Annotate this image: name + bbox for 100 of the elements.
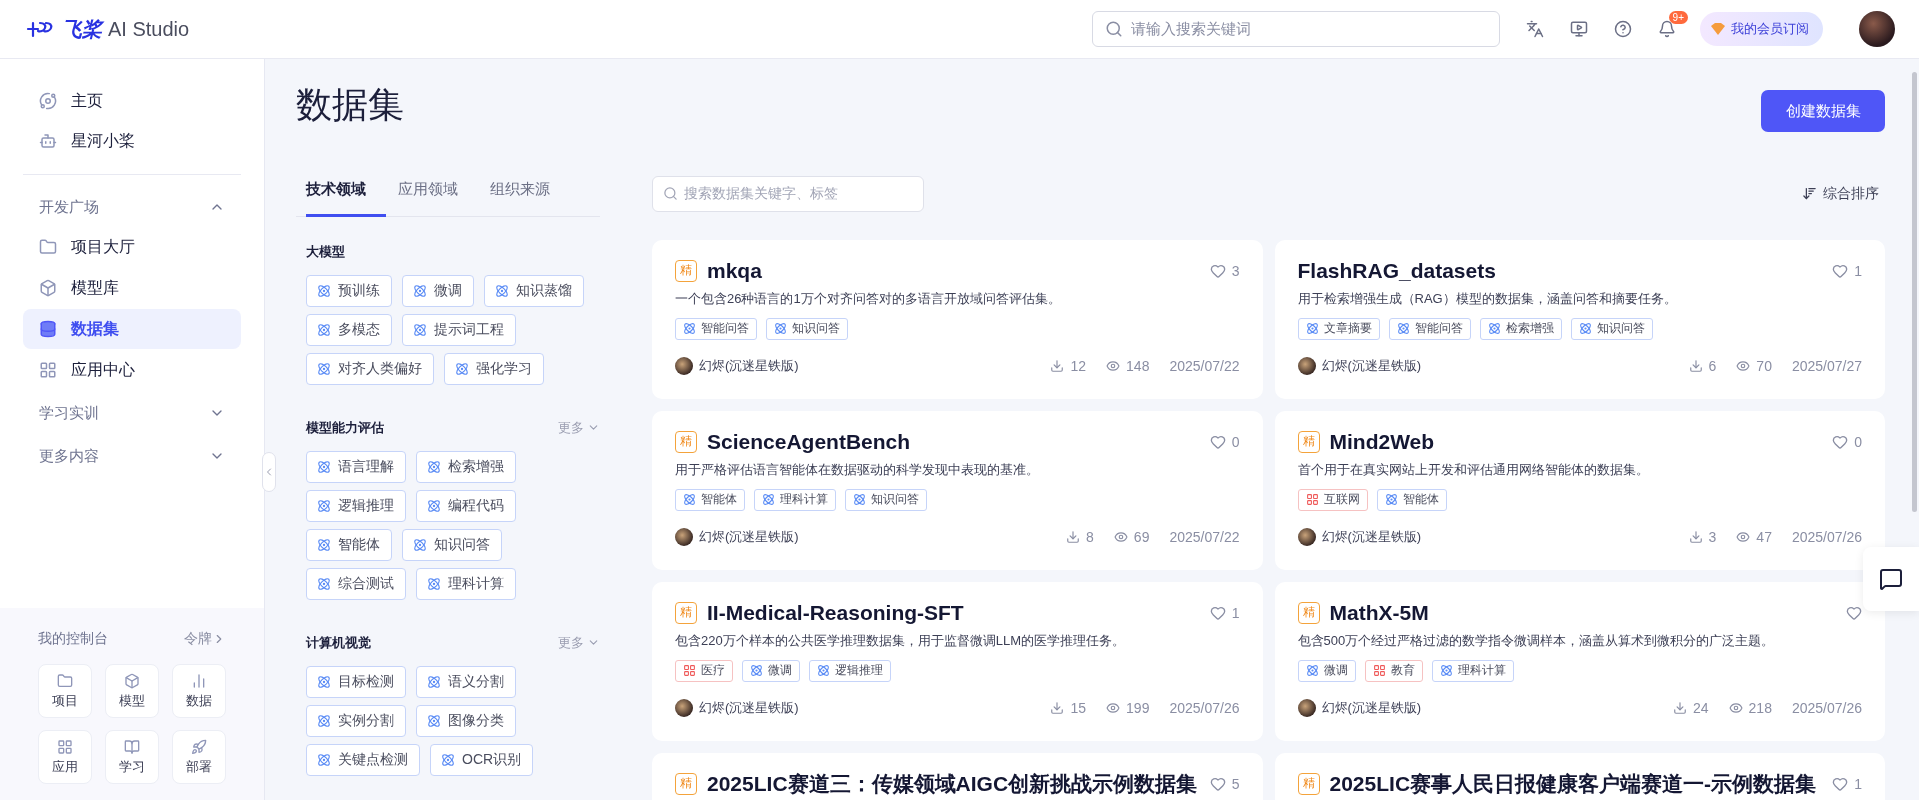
dataset-date: 2025/07/27 [1791,357,1862,374]
dataset-card[interactable]: FlashRAG_datasets 1 用于检索增强生成（RAG）模型的数据集，涵盖问答和摘要任务。 文章摘要 智能问答 检索增强 知识问答 幻烬(沉迷星铁版) 6 70 2025/07/27 [1274,239,1885,399]
sort-button[interactable]: 综合排序 [1796,183,1885,204]
heart-icon[interactable] [1832,775,1849,792]
dataset-card[interactable]: 精 II-Medical-Reasoning-SFT 1 包含220万个样本的公共医学推理数据集，用于监督微调LLM的医学推理任务。 医疗 微调 逻辑推理 幻烬(沉迷星铁版) 15 199 2025/07/26 [652,581,1263,741]
shortcut-button[interactable]: 项目 [38,664,92,718]
dataset-tag[interactable]: 智能体 [675,488,745,511]
folder-icon [57,672,73,689]
like-count: 0 [1231,433,1240,450]
dataset-card[interactable]: 精 mkqa 3 一个包含26种语言的1万个对齐问答对的多语言开放域问答评估集。 智能问答 知识问答 幻烬(沉迷星铁版) 12 148 2025/07/22 [652,239,1263,399]
help-icon[interactable] [1614,20,1632,38]
atom-icon [774,322,787,336]
nav-item[interactable]: 星河小桨 [23,121,241,161]
dataset-tag[interactable]: 智能体 [1376,488,1447,511]
filter-tag[interactable]: 逻辑推理 [306,489,406,522]
dataset-description: 一个包含26种语言的1万个对齐问答对的多语言开放域问答评估集。 [675,289,1062,308]
filter-tag[interactable]: 目标检测 [306,665,406,698]
shortcut-button[interactable]: 部署 [172,730,226,784]
dataset-tag[interactable]: 文章摘要 [1297,317,1380,340]
view-count: 70 [1756,357,1772,374]
nav-item[interactable]: 数据集 [23,309,241,349]
dataset-tag[interactable]: 智能问答 [1388,317,1471,340]
filter-tag[interactable]: 实例分割 [306,704,406,737]
filter-tag[interactable]: 智能体 [306,528,392,561]
shortcut-button[interactable]: 学习 [105,730,159,784]
rocket-icon [191,738,207,755]
dataset-tag[interactable]: 微调 [742,659,800,682]
heart-icon[interactable] [1846,604,1862,621]
filter-tag[interactable]: 语言理解 [306,450,406,483]
filter-tag[interactable]: 预训练 [306,274,392,307]
dataset-date: 2025/07/22 [1169,528,1240,545]
section-header[interactable]: 开发广场 [23,187,241,227]
cube-icon [39,279,57,297]
dataset-tag[interactable]: 逻辑推理 [809,659,891,682]
atom-icon [413,283,427,298]
dataset-card[interactable]: 精 2025LIC赛事人民日报健康客户端赛道一-示例数据集 1 [1274,752,1885,800]
section-header[interactable]: 学习实训 [23,393,241,433]
heart-icon[interactable] [1832,433,1849,450]
nav-item[interactable]: 主页 [23,81,241,121]
eye-icon [1736,358,1751,373]
feedback-button[interactable] [1863,547,1919,611]
filter-tag[interactable]: 强化学习 [444,352,544,385]
dataset-card[interactable]: 精 ScienceAgentBench 0 用于严格评估语言智能体在数据驱动的科学发现中表现的基准。 智能体 理科计算 知识问答 幻烬(沉迷星铁版) 8 69 2025/07/22 [652,410,1263,570]
membership-button[interactable]: 我的会员订阅 [1700,12,1823,46]
filter-tag[interactable]: 检索增强 [416,450,516,483]
bell-icon[interactable] [1658,20,1676,38]
scrollbar[interactable] [1912,72,1917,512]
filter-tag[interactable]: 关键点检测 [306,743,420,776]
nav-item[interactable]: 模型库 [23,268,241,308]
shortcut-button[interactable]: 数据 [172,664,226,718]
heart-icon[interactable] [1209,433,1226,450]
filter-tab[interactable]: 技术领域 [306,179,386,217]
filter-tag[interactable]: 提示词工程 [402,313,516,346]
filter-tag[interactable]: OCR识别 [430,743,534,776]
filter-tab[interactable]: 组织来源 [490,179,570,217]
heart-icon[interactable] [1209,775,1226,792]
dataset-tag[interactable]: 知识问答 [1570,317,1653,340]
create-button[interactable]: 创建数据集 [1761,90,1885,132]
dataset-tag[interactable]: 理科计算 [754,488,836,511]
dataset-tag[interactable]: 检索增强 [1479,317,1562,340]
dataset-tag[interactable]: 知识问答 [766,317,848,340]
monitor-icon[interactable] [1570,20,1588,38]
atom-icon [1384,493,1398,507]
filter-tag[interactable]: 综合测试 [306,567,406,600]
filter-tab[interactable]: 应用领域 [398,179,478,217]
featured-badge: 精 [675,772,697,795]
filter-tag[interactable]: 知识蒸馏 [484,274,584,307]
heart-icon[interactable] [1209,262,1226,279]
dataset-tag[interactable]: 教育 [1364,659,1423,682]
dataset-tag[interactable]: 微调 [1297,659,1356,682]
heart-icon[interactable] [1209,604,1226,621]
filter-tag[interactable]: 微调 [402,274,474,307]
filter-tag[interactable]: 理科计算 [416,567,516,600]
atom-icon [317,283,331,298]
filter-tag[interactable]: 编程代码 [416,489,516,522]
translate-icon[interactable] [1526,20,1544,38]
dataset-tag[interactable]: 智能问答 [675,317,757,340]
shortcut-button[interactable]: 模型 [105,664,159,718]
filter-tag[interactable]: 多模态 [306,313,392,346]
shortcut-button[interactable]: 应用 [38,730,92,784]
nav-item[interactable]: 项目大厅 [23,227,241,267]
heart-icon[interactable] [1832,262,1849,279]
collapse-handle[interactable] [262,452,276,492]
view-count: 199 [1126,699,1150,716]
avatar[interactable] [1859,11,1895,47]
filter-tag[interactable]: 图像分类 [416,704,516,737]
dataset-tag[interactable]: 理科计算 [1431,659,1514,682]
dataset-tag[interactable]: 医疗 [675,659,733,682]
dataset-title: ScienceAgentBench [707,429,911,454]
atom-icon [1305,322,1319,336]
filter-tag[interactable]: 语义分割 [416,665,516,698]
nav-item[interactable]: 应用中心 [23,350,241,390]
section-header[interactable]: 更多内容 [23,436,241,476]
dataset-card[interactable]: 精 MathX-5M 包含500万个经过严格过滤的数学指令微调样本，涵盖从算术到微积分的广泛主题。 微调 教育 理科计算 幻烬(沉迷星铁版) 24 218 2025/07/26 [1274,581,1885,741]
dataset-tag[interactable]: 互联网 [1297,488,1368,511]
dataset-tag[interactable]: 知识问答 [845,488,927,511]
filter-tag[interactable]: 对齐人类偏好 [306,352,434,385]
dataset-card[interactable]: 精 2025LIC赛道三：传媒领域AIGC创新挑战示例数据集 5 [652,752,1263,800]
filter-tag[interactable]: 知识问答 [402,528,502,561]
dataset-card[interactable]: 精 Mind2Web 0 首个用于在真实网站上开发和评估通用网络智能体的数据集。 互联网 智能体 幻烬(沉迷星铁版) 3 47 2025/07/26 [1274,410,1885,570]
